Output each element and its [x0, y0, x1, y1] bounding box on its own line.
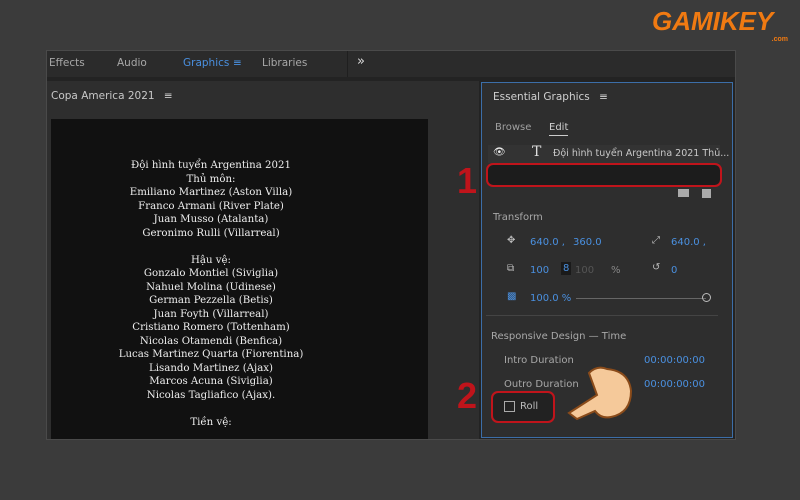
highlight-box-1 [486, 163, 722, 187]
preview-line: Tiền vệ: [190, 416, 232, 428]
preview-line: Juan Foyth (Villarreal) [153, 308, 269, 320]
premiere-window: Effects Audio Graphics ≡ Libraries » Cop… [46, 50, 736, 440]
graphics-menu-icon[interactable]: ≡ [233, 57, 242, 69]
opacity-value[interactable]: 100.0 % [530, 293, 571, 304]
tab-graphics[interactable]: Graphics [183, 57, 229, 69]
tab-edit[interactable]: Edit [549, 122, 569, 136]
preview-line: Juan Musso (Atalanta) [153, 214, 269, 225]
position-y[interactable]: 360.0 [573, 237, 602, 248]
link-scale-icon[interactable]: 8 [561, 262, 572, 275]
preview-line: Hậu vệ: [191, 254, 231, 266]
preview-line: Franco Armani (River Plate) [138, 200, 284, 212]
preview-line: Gonzalo Montiel (Siviglia) [143, 268, 279, 279]
panel-tab-bar: Effects Audio Graphics ≡ Libraries » [47, 51, 735, 77]
outro-value[interactable]: 00:00:00:00 [644, 379, 705, 390]
preview-line: Geronimo Rulli (Villarreal) [142, 227, 280, 239]
transform-label: Transform [493, 212, 543, 223]
preview-line: Lisando Martinez (Ajax) [149, 362, 273, 374]
new-layer-icon[interactable] [702, 189, 711, 198]
sequence-name: Copa America 2021 [51, 90, 155, 102]
scale-icon: ⧉ [507, 263, 515, 274]
anchor-x[interactable]: 640.0 , [671, 237, 706, 248]
position-x[interactable]: 640.0 , [530, 237, 565, 248]
layer-name: Đội hình tuyển Argentina 2021 Thủ... [553, 148, 730, 159]
position-icon: ✥ [507, 235, 516, 246]
opacity-slider-handle[interactable] [702, 293, 711, 302]
tab-effects[interactable]: Effects [49, 57, 85, 69]
preview-text: Đội hình tuyển Argentina 2021 Thủ môn: Emi… [51, 159, 371, 429]
tab-audio[interactable]: Audio [117, 57, 147, 69]
opacity-slider[interactable] [576, 298, 706, 299]
text-layer-icon: T [532, 144, 542, 160]
anchor-icon: ⤢ [652, 235, 660, 246]
divider [486, 315, 718, 316]
essential-graphics-panel: Essential Graphics ≡ Browse Edit 👁 T Đội… [481, 82, 733, 438]
preview-line: Nahuel Molina (Udinese) [146, 281, 276, 293]
preview-line: Marcos Acuna (Siviglia) [149, 376, 273, 387]
annotation-number-2: 2 [457, 375, 478, 416]
tab-browse[interactable]: Browse [495, 122, 531, 133]
sequence-title: Copa America 2021 ≡ [51, 90, 173, 102]
logo-text: GAMIKEY [652, 6, 774, 36]
scale-height: 100 [575, 265, 595, 276]
panel-menu-icon[interactable]: ≡ [599, 91, 608, 103]
program-panel: Copa America 2021 ≡ Đội hình tuyển Argen… [47, 81, 479, 439]
scale-unit: % [611, 265, 621, 276]
more-tabs-icon[interactable]: » [357, 54, 365, 69]
panel-menu-icon[interactable]: ≡ [164, 90, 173, 102]
eye-icon[interactable]: 👁 [493, 147, 506, 158]
panel-title: Essential Graphics ≡ [493, 91, 608, 103]
preview-line: Thủ môn: [186, 173, 236, 185]
pointing-hand-icon [567, 361, 637, 421]
logo-suffix: .com [771, 36, 788, 43]
rotation-icon: ↺ [652, 262, 661, 273]
preview-line: Cristiano Romero (Tottenham) [132, 322, 290, 333]
preview-line: Lucas Martinez Quarta (Fiorentina) [118, 349, 304, 360]
rotation-value[interactable]: 0 [671, 265, 677, 276]
gamikey-logo: GAMIKEY .com [652, 6, 792, 46]
preview-line: Đội hình tuyển Argentina 2021 [130, 160, 291, 171]
preview-line: Nicolas Tagliafico (Ajax). [146, 389, 276, 401]
preview-line: Nicolas Otamendi (Benfica) [139, 335, 283, 347]
preview-line: German Pezzella (Betis) [149, 295, 273, 306]
annotation-number-1: 1 [457, 160, 478, 201]
preview-line: Emiliano Martinez (Aston Villa) [129, 187, 293, 198]
tab-libraries[interactable]: Libraries [262, 57, 307, 69]
intro-label: Intro Duration [504, 355, 574, 366]
preview-line [51, 240, 371, 254]
essential-title: Essential Graphics [493, 91, 590, 103]
layer-row[interactable]: 👁 T Đội hình tuyển Argentina 2021 Thủ... [488, 144, 729, 163]
video-preview[interactable]: Đội hình tuyển Argentina 2021 Thủ môn: Emi… [51, 119, 428, 439]
scale-value[interactable]: 100 [530, 265, 549, 276]
preview-line [51, 402, 371, 416]
opacity-icon: ▩ [507, 291, 517, 302]
folder-icon[interactable] [678, 189, 689, 197]
highlight-box-2 [491, 391, 555, 423]
intro-value[interactable]: 00:00:00:00 [644, 355, 705, 366]
responsive-label: Responsive Design — Time [491, 331, 627, 342]
divider [347, 51, 348, 77]
